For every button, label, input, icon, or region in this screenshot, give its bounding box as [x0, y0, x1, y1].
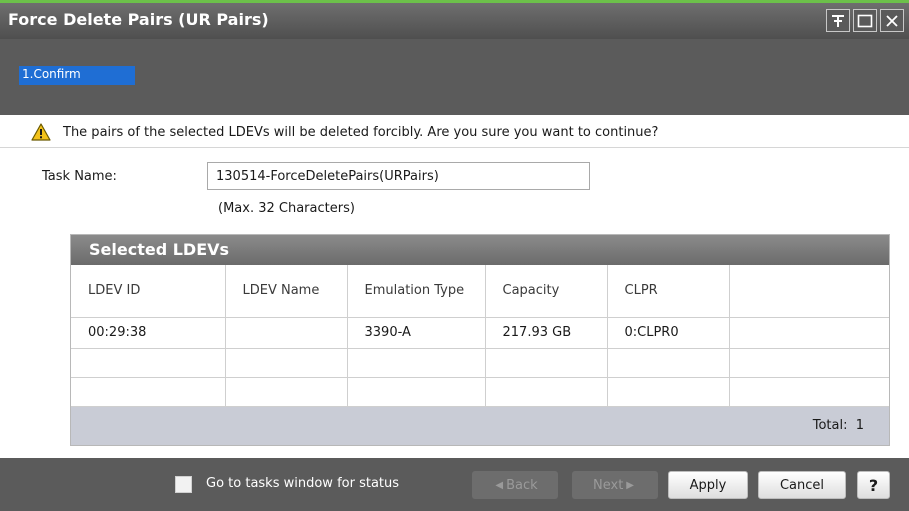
table-header: Selected LDEVs: [71, 235, 889, 265]
chevron-right-icon: ▶: [626, 479, 634, 491]
force-delete-dialog: Force Delete Pairs (UR Pairs) 1.Confirm …: [0, 0, 909, 511]
cancel-button[interactable]: Cancel: [758, 471, 846, 499]
warning-text: The pairs of the selected LDEVs will be …: [63, 125, 659, 140]
table-row-empty: [71, 377, 889, 407]
back-label: Back: [506, 477, 538, 493]
column-header-ldev-id[interactable]: LDEV ID: [71, 265, 226, 318]
task-name-input[interactable]: [207, 162, 590, 190]
column-header-extra: [729, 265, 889, 318]
ldev-grid: LDEV ID LDEV Name Emulation Type Capacit…: [71, 265, 889, 407]
cell-ldev-name: [225, 317, 348, 349]
chevron-left-icon: ◀: [495, 479, 504, 491]
column-header-capacity[interactable]: Capacity: [485, 265, 608, 318]
title-bar: Force Delete Pairs (UR Pairs): [0, 3, 909, 39]
task-name-label: Task Name:: [42, 169, 117, 184]
close-icon[interactable]: [880, 9, 904, 32]
dialog-footer: Go to tasks window for status ◀ Back Nex…: [0, 458, 909, 511]
column-header-ldev-name[interactable]: LDEV Name: [225, 265, 348, 318]
apply-button[interactable]: Apply: [668, 471, 748, 499]
total-count: Total: 1: [812, 418, 864, 433]
dialog-title: Force Delete Pairs (UR Pairs): [8, 10, 269, 29]
table-footer: Total: 1: [71, 407, 889, 445]
cell-ldev-id: 00:29:38: [71, 317, 226, 349]
cell-emulation-type: 3390-A: [347, 317, 486, 349]
cell-capacity: 217.93 GB: [485, 317, 608, 349]
tasks-window-checkbox[interactable]: [175, 476, 192, 493]
step-confirm: 1.Confirm: [19, 66, 135, 85]
next-button[interactable]: Next ▶: [572, 471, 658, 499]
selected-ldevs-table: Selected LDEVs LDEV ID LDEV Name Emulati…: [70, 234, 890, 446]
table-row-empty: [71, 348, 889, 378]
column-header-clpr[interactable]: CLPR: [607, 265, 730, 318]
warning-message: The pairs of the selected LDEVs will be …: [0, 118, 909, 148]
task-name-hint: (Max. 32 Characters): [218, 201, 355, 216]
warning-icon: [31, 123, 51, 145]
column-header-emulation-type[interactable]: Emulation Type: [347, 265, 486, 318]
table-title: Selected LDEVs: [89, 240, 230, 259]
pin-icon[interactable]: [826, 9, 850, 32]
tasks-window-label[interactable]: Go to tasks window for status: [206, 476, 399, 491]
next-label: Next: [593, 477, 624, 493]
maximize-icon[interactable]: [853, 9, 877, 32]
table-row[interactable]: 00:29:38 3390-A 217.93 GB 0:CLPR0: [71, 317, 889, 349]
cell-clpr: 0:CLPR0: [607, 317, 730, 349]
cell-extra: [729, 317, 889, 349]
back-button[interactable]: ◀ Back: [472, 471, 558, 499]
wizard-steps: 1.Confirm: [0, 39, 909, 115]
help-button[interactable]: ?: [857, 471, 890, 499]
